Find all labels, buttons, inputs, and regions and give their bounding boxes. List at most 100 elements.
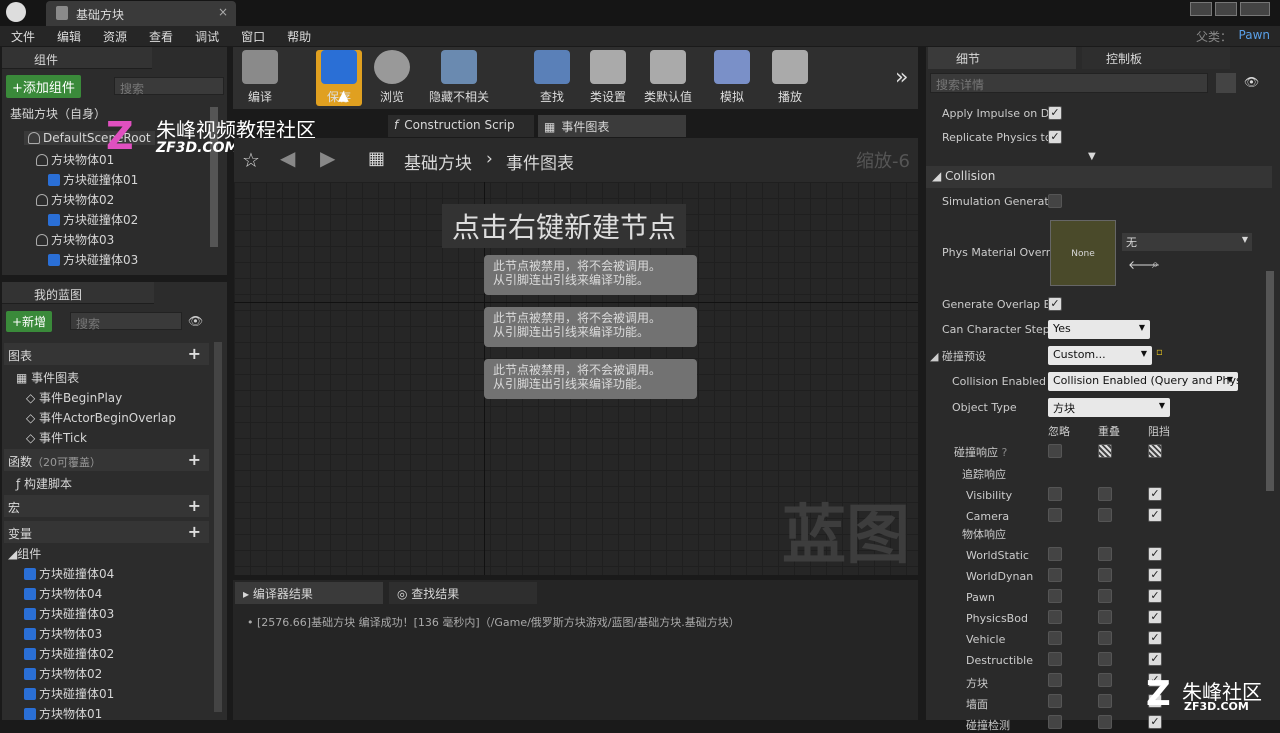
components-group[interactable]: ◢组件 <box>8 545 41 562</box>
checkbox[interactable] <box>1098 508 1112 522</box>
variables-section[interactable]: 变量 + <box>4 521 209 543</box>
close-icon[interactable]: × <box>218 5 228 19</box>
checkbox[interactable] <box>1048 487 1062 501</box>
checkbox[interactable] <box>1048 694 1062 708</box>
variable-item[interactable]: 方块碰撞体02 <box>24 645 114 662</box>
event-item[interactable]: ◇ 事件Tick <box>26 429 87 446</box>
components-tab[interactable]: 组件 <box>2 47 152 69</box>
checkbox[interactable] <box>1048 568 1062 582</box>
new-button[interactable]: +新增 <box>6 311 53 332</box>
construction-script-tab[interactable]: f Construction Scrip <box>388 115 534 137</box>
variable-item[interactable]: 方块碰撞体01 <box>24 685 114 702</box>
star-icon[interactable]: ☆ <box>242 148 260 172</box>
event-item[interactable]: ◇ 事件BeginPlay <box>26 389 122 406</box>
expand-arrow-icon[interactable]: ▼ <box>1088 151 1096 162</box>
checkbox[interactable] <box>1048 631 1062 645</box>
menu-debug[interactable]: 调试 <box>184 26 230 47</box>
event-graph-tab[interactable]: ▦ 事件图表 <box>538 115 686 137</box>
compiler-results-tab[interactable]: ▸ 编译器结果 <box>235 582 383 604</box>
checkbox[interactable] <box>1098 444 1112 458</box>
my-blueprint-tab[interactable]: 我的蓝图 <box>2 282 154 304</box>
menu-edit[interactable]: 编辑 <box>46 26 92 47</box>
checkbox[interactable]: ✓ <box>1148 652 1162 666</box>
disabled-node[interactable]: 此节点被禁用，将不会被调用。 从引脚连出引线来编译功能。 <box>484 359 697 399</box>
menu-file[interactable]: 文件 <box>0 26 46 47</box>
disabled-node[interactable]: 此节点被禁用，将不会被调用。 从引脚连出引线来编译功能。 <box>484 307 697 347</box>
disabled-node[interactable]: 此节点被禁用，将不会被调用。 从引脚连出引线来编译功能。 <box>484 255 697 295</box>
checkbox[interactable] <box>1048 673 1062 687</box>
find-button[interactable]: 查找 <box>524 50 580 106</box>
event-graph-item[interactable]: ▦ 事件图表 <box>16 369 79 386</box>
variable-item[interactable]: 方块物体03 <box>24 625 102 642</box>
tree-item[interactable]: 方块物体02 <box>36 191 114 208</box>
compile-button[interactable]: 编译 <box>232 50 288 106</box>
checkbox[interactable] <box>1098 715 1112 729</box>
document-tab[interactable]: 基础方块 × <box>46 1 236 26</box>
checkbox[interactable] <box>1048 547 1062 561</box>
checkbox[interactable] <box>1048 194 1062 208</box>
variable-item[interactable]: 方块物体04 <box>24 585 102 602</box>
checkbox[interactable] <box>1098 547 1112 561</box>
checkbox[interactable] <box>1148 444 1162 458</box>
maximize-button[interactable] <box>1215 2 1237 16</box>
help-icon[interactable]: ? <box>1002 446 1008 459</box>
tree-item[interactable]: 方块碰撞体02 <box>48 211 138 228</box>
checkbox[interactable] <box>1048 715 1062 729</box>
checkbox[interactable] <box>1098 631 1112 645</box>
event-item[interactable]: ◇ 事件ActorBeginOverlap <box>26 409 176 426</box>
eye-icon[interactable]: 👁 <box>188 314 203 328</box>
checkbox[interactable]: ✓ <box>1048 106 1062 120</box>
checkbox[interactable]: ✓ <box>1148 547 1162 561</box>
variable-item[interactable]: 方块碰撞体04 <box>24 565 114 582</box>
play-button[interactable]: 播放 <box>762 50 818 106</box>
checkbox[interactable] <box>1048 589 1062 603</box>
unreal-logo-icon[interactable] <box>6 2 26 22</box>
menu-asset[interactable]: 资源 <box>92 26 138 47</box>
checkbox[interactable] <box>1048 652 1062 666</box>
grid-view-icon[interactable] <box>1216 73 1236 93</box>
preset-dropdown[interactable]: Custom... <box>1048 346 1152 365</box>
tree-item[interactable]: 方块碰撞体03 <box>48 251 138 268</box>
checkbox[interactable]: ✓ <box>1148 610 1162 624</box>
parent-class-link[interactable]: Pawn <box>1239 28 1270 42</box>
overflow-button[interactable]: » <box>895 65 908 90</box>
tree-item[interactable]: 方块物体03 <box>36 231 114 248</box>
construction-script-item[interactable]: ƒ 构建脚本 <box>16 475 72 492</box>
variable-item[interactable]: 方块物体02 <box>24 665 102 682</box>
can-step-dropdown[interactable]: Yes <box>1048 320 1150 339</box>
tree-item[interactable]: 方块碰撞体01 <box>48 171 138 188</box>
checkbox[interactable]: ✓ <box>1148 715 1162 729</box>
checkbox[interactable] <box>1048 508 1062 522</box>
checkbox[interactable] <box>1098 694 1112 708</box>
checkbox[interactable]: ✓ <box>1148 589 1162 603</box>
checkbox[interactable]: ✓ <box>1148 487 1162 501</box>
menu-help[interactable]: 帮助 <box>276 26 322 47</box>
material-dropdown[interactable]: 无 ▼ <box>1122 233 1252 251</box>
hide-unrelated-button[interactable]: 隐藏不相关 <box>424 50 494 106</box>
details-search-input[interactable]: 搜索详情 <box>930 73 1208 93</box>
checkbox[interactable] <box>1098 673 1112 687</box>
simulate-button[interactable]: 模拟 <box>704 50 760 106</box>
console-tab[interactable]: 控制板 <box>1082 47 1230 69</box>
minimize-button[interactable] <box>1190 2 1212 16</box>
checkbox[interactable]: ✓ <box>1048 130 1062 144</box>
material-thumbnail[interactable]: None <box>1050 220 1116 286</box>
reset-arrow-icon[interactable]: ▫ <box>1156 347 1163 358</box>
checkbox[interactable] <box>1048 610 1062 624</box>
forward-arrow-icon[interactable]: ▶ <box>320 146 335 170</box>
checkbox[interactable] <box>1098 568 1112 582</box>
checkbox[interactable] <box>1098 652 1112 666</box>
checkbox[interactable] <box>1048 444 1062 458</box>
checkbox[interactable]: ✓ <box>1148 568 1162 582</box>
checkbox[interactable] <box>1098 487 1112 501</box>
collision-enabled-dropdown[interactable]: Collision Enabled (Query and Phys <box>1048 372 1238 391</box>
add-icon[interactable]: + <box>188 496 201 515</box>
menu-window[interactable]: 窗口 <box>230 26 276 47</box>
scrollbar[interactable] <box>214 342 222 712</box>
components-search-input[interactable]: 搜索 <box>114 77 224 96</box>
add-icon[interactable]: + <box>188 522 201 541</box>
checkbox[interactable]: ✓ <box>1048 297 1062 311</box>
breadcrumb-root[interactable]: 基础方块 <box>404 149 472 174</box>
close-window-button[interactable] <box>1240 2 1270 16</box>
find-results-tab[interactable]: ◎ 查找结果 <box>389 582 537 604</box>
